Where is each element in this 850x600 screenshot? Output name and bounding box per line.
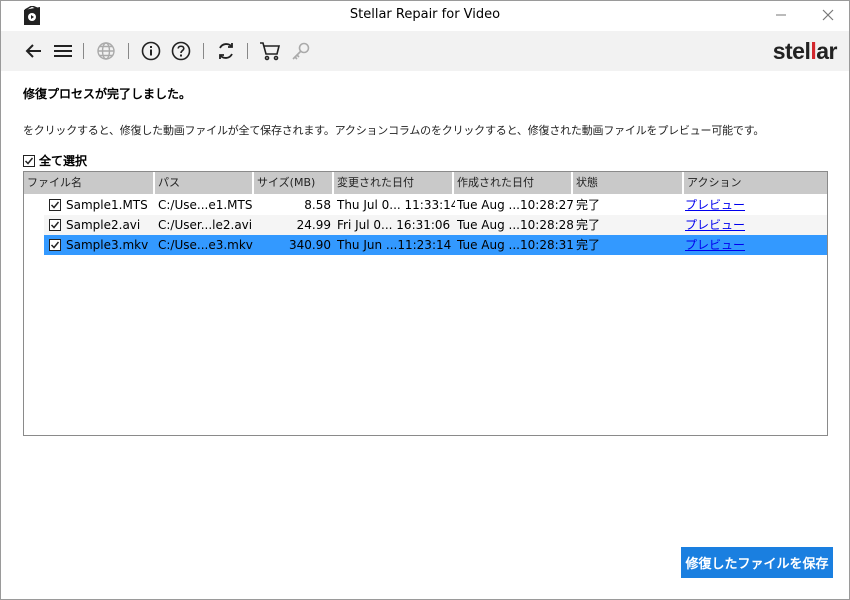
close-button[interactable]: [820, 8, 836, 24]
row-checkbox[interactable]: [49, 239, 61, 251]
row-checkbox[interactable]: [49, 219, 61, 231]
info-icon[interactable]: [140, 40, 162, 62]
repaired-files-table: ファイル名 パス サイズ(MB) 変更された日付 作成された日付 状態 アクショ…: [23, 171, 828, 436]
select-all-checkbox[interactable]: 全て選択: [23, 152, 87, 169]
table-header: ファイル名 パス サイズ(MB) 変更された日付 作成された日付 状態 アクショ…: [24, 172, 827, 194]
modified-date: Thu Jul 0... 11:33:14: [337, 198, 455, 212]
back-icon[interactable]: [22, 40, 44, 62]
toolbar-divider: [247, 43, 248, 59]
column-header-status[interactable]: 状態: [573, 172, 684, 194]
column-header-modified[interactable]: 変更された日付: [334, 172, 454, 194]
column-header-size[interactable]: サイズ(MB): [254, 172, 334, 194]
completion-heading: 修復プロセスが完了しました。: [23, 87, 192, 101]
preview-link[interactable]: プレビュー: [685, 235, 765, 255]
globe-icon[interactable]: [95, 40, 117, 62]
title-bar: Stellar Repair for Video: [1, 1, 849, 31]
window-title: Stellar Repair for Video: [349, 7, 501, 22]
menu-icon[interactable]: [52, 40, 74, 62]
cart-icon[interactable]: [259, 40, 281, 62]
refresh-icon[interactable]: [215, 40, 237, 62]
select-all-label: 全て選択: [39, 154, 88, 168]
minimize-button[interactable]: [773, 8, 789, 24]
toolbar: stellar: [1, 31, 849, 71]
column-header-path[interactable]: パス: [155, 172, 254, 194]
table-row-selected[interactable]: Sample3.mkv C:/Use...e3.mkv 340.90 Thu J…: [44, 235, 827, 255]
stellar-logo: stellar: [772, 38, 838, 64]
app-window: Stellar Repair for Video stellar 修復プロセスが…: [0, 0, 850, 600]
column-header-created[interactable]: 作成された日付: [454, 172, 573, 194]
created-date: Tue Aug ...10:28:27: [457, 198, 574, 212]
created-date: Tue Aug ...10:28:31: [457, 238, 574, 252]
column-header-action[interactable]: アクション: [684, 172, 827, 194]
status-text: 完了: [576, 238, 601, 252]
created-date: Tue Aug ...10:28:28: [457, 218, 574, 232]
file-size: 8.58: [304, 198, 331, 212]
column-header-filename[interactable]: ファイル名: [24, 172, 155, 194]
toolbar-divider: [203, 43, 204, 59]
status-text: 完了: [576, 218, 601, 232]
instruction-text: をクリックすると、修復した動画ファイルが全て保存されます。アクションコラムのをク…: [23, 124, 765, 137]
status-text: 完了: [576, 198, 601, 212]
toolbar-divider: [83, 43, 84, 59]
table-row[interactable]: Sample2.avi C:/User...le2.avi 24.99 Fri …: [44, 215, 827, 235]
preview-link[interactable]: プレビュー: [685, 195, 765, 215]
table-row[interactable]: Sample1.MTS C:/Use...e1.MTS 8.58 Thu Jul…: [44, 195, 827, 215]
file-size: 340.90: [289, 238, 331, 252]
file-size: 24.99: [296, 218, 331, 232]
help-icon[interactable]: [170, 40, 192, 62]
preview-link[interactable]: プレビュー: [685, 215, 765, 235]
toolbar-divider: [128, 43, 129, 59]
modified-date: Fri Jul 0... 16:31:06: [337, 218, 451, 232]
checkbox-checked-icon[interactable]: [23, 154, 35, 167]
row-checkbox[interactable]: [49, 199, 61, 211]
key-icon[interactable]: [290, 40, 312, 62]
file-path: C:/Use...e3.mkv: [158, 238, 253, 252]
file-path: C:/User...le2.avi: [158, 218, 253, 232]
modified-date: Thu Jun ...11:23:14: [337, 238, 452, 252]
file-path: C:/Use...e1.MTS: [158, 198, 253, 212]
save-repaired-files-button[interactable]: 修復したファイルを保存: [681, 547, 833, 578]
